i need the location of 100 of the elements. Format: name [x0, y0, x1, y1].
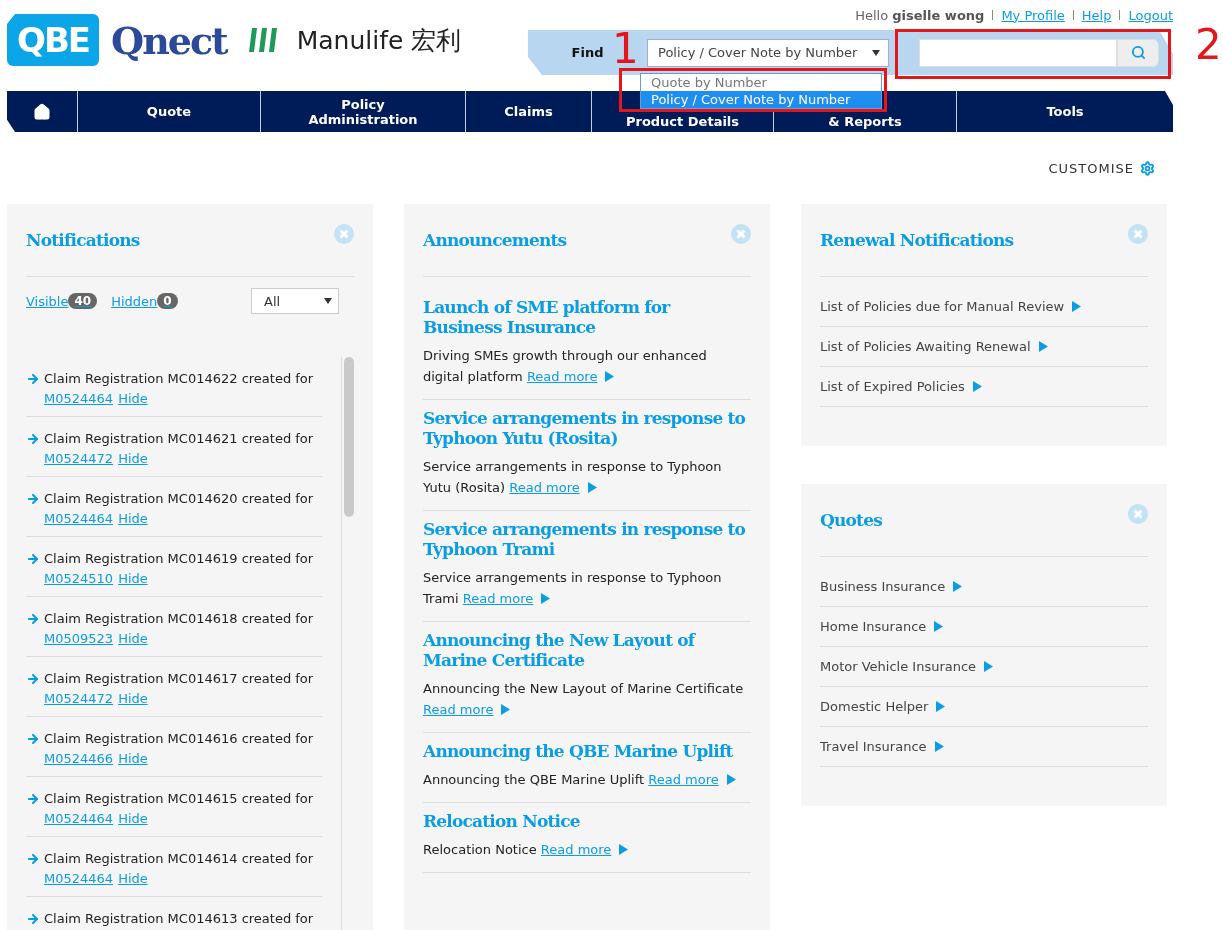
customise-button[interactable]: CUSTOMISE: [1048, 160, 1155, 176]
play-icon: [1038, 341, 1048, 352]
nav-tab[interactable]: Tools: [1046, 104, 1084, 119]
policy-link[interactable]: M0509523: [44, 629, 114, 649]
policy-link[interactable]: M0524464: [44, 809, 114, 829]
play-icon: [541, 593, 551, 604]
announcement-text: Announcing the New Layout of Marine Certificate Read more: [423, 680, 745, 719]
policy-link[interactable]: M0524510: [44, 569, 114, 589]
read-more-link[interactable]: Read more: [423, 702, 494, 717]
notification-text: Claim Registration MC014617 created for: [44, 670, 314, 688]
close-icon[interactable]: [731, 224, 751, 244]
filter-tab[interactable]: Visible 40: [26, 293, 98, 309]
play-icon: [501, 704, 511, 715]
read-more-link[interactable]: Read more: [526, 369, 598, 384]
read-more-link[interactable]: Read more: [540, 842, 612, 857]
nav-tab[interactable]: & Reports: [828, 114, 902, 129]
panel-link[interactable]: List of Policies Awaiting Renewal: [820, 327, 1148, 367]
find-label: Find: [570, 45, 605, 60]
panel-title: Announcements: [423, 230, 567, 250]
play-icon: [619, 844, 629, 855]
announcement-title[interactable]: Launch of SME platform for Business Insurance: [423, 297, 751, 337]
policy-link[interactable]: M0524464: [44, 509, 114, 529]
caret-icon: [872, 49, 880, 56]
announcement-title[interactable]: Announcing the QBE Marine Uplift: [423, 741, 751, 761]
announcement-title[interactable]: Announcing the New Layout of Marine Certificate: [423, 630, 751, 670]
hide-link[interactable]: Hide: [118, 869, 148, 889]
policy-link[interactable]: M0524464: [44, 869, 114, 889]
notification-text: Claim Registration MC014616 created for: [44, 730, 314, 748]
panel-link[interactable]: Domestic Helper: [820, 687, 1148, 727]
scrollbar[interactable]: [344, 357, 354, 517]
panel-title: Notifications: [26, 230, 140, 250]
hide-link[interactable]: Hide: [118, 569, 148, 589]
play-icon: [934, 621, 944, 632]
read-more-link[interactable]: Read more: [509, 480, 580, 495]
read-more-link[interactable]: Read more: [648, 772, 719, 787]
play-icon: [934, 741, 944, 752]
header-link[interactable]: Logout: [1128, 7, 1173, 23]
annotation-number: 2: [1195, 24, 1222, 66]
nav-tab[interactable]: Policy Administration: [308, 96, 418, 127]
notification-text: Claim Registration MC014621 created for: [44, 430, 314, 448]
filter-select[interactable]: All: [251, 288, 339, 314]
hide-link[interactable]: Hide: [118, 389, 148, 409]
policy-link[interactable]: M0524472: [44, 689, 114, 709]
arrow-icon: [26, 372, 40, 386]
panel-link[interactable]: Business Insurance: [820, 567, 1148, 607]
header-link[interactable]: Help: [1081, 7, 1112, 23]
notification-text: Claim Registration MC014618 created for: [44, 610, 314, 628]
home-icon: [33, 102, 51, 121]
panel-link[interactable]: Motor Vehicle Insurance: [820, 647, 1148, 687]
home-tab[interactable]: [33, 102, 51, 121]
dropdown-option[interactable]: Policy / Cover Note by Number: [641, 91, 881, 108]
hide-link[interactable]: Hide: [118, 629, 148, 649]
hide-link[interactable]: Hide: [118, 689, 148, 709]
play-icon: [726, 774, 736, 785]
announcement-title[interactable]: Relocation Notice: [423, 811, 751, 831]
notification-text: Claim Registration MC014622 created for: [44, 370, 314, 388]
hide-link[interactable]: Hide: [118, 449, 148, 469]
play-icon: [605, 371, 615, 382]
play-icon: [587, 482, 597, 493]
notification-text: Claim Registration MC014615 created for: [44, 790, 314, 808]
search-type-select[interactable]: Policy / Cover Note by Number: [647, 38, 889, 67]
notification-text: Claim Registration MC014614 created for: [44, 850, 314, 868]
announcement-title[interactable]: Service arrangements in response to Typhoon Yutu (Rosita): [423, 408, 751, 448]
notification-text: Claim Registration MC014613 created for: [44, 910, 314, 928]
announcement-text: Service arrangements in response to Typhoon Yutu (Rosita) Read more: [423, 458, 723, 497]
announcement-title[interactable]: Service arrangements in response to Typhoon Trami: [423, 519, 751, 559]
stripes-icon: [248, 28, 279, 52]
hide-link[interactable]: Hide: [118, 809, 148, 829]
nav-tab[interactable]: Quote: [146, 104, 192, 119]
annotation-number: 1: [612, 28, 639, 70]
close-icon[interactable]: [1128, 504, 1148, 524]
panel-title: Renewal Notifications: [820, 230, 1014, 250]
announcement-text: Relocation Notice Read more: [423, 839, 751, 860]
search-button[interactable]: [1117, 38, 1159, 67]
play-icon: [953, 581, 963, 592]
panel-link[interactable]: List of Policies due for Manual Review: [820, 287, 1148, 327]
panel-link[interactable]: Home Insurance: [820, 607, 1148, 647]
policy-link[interactable]: M0524464: [44, 389, 114, 409]
notification-text: Claim Registration MC014619 created for: [44, 550, 314, 568]
policy-link[interactable]: M0524472: [44, 449, 114, 469]
hide-link[interactable]: Hide: [118, 749, 148, 769]
filter-tab[interactable]: Hidden 0: [111, 293, 178, 309]
close-icon[interactable]: [1128, 224, 1148, 244]
product-logo: Qnect: [111, 17, 227, 63]
header-link[interactable]: My Profile: [1001, 7, 1065, 23]
greeting-text: Hello giselle wong: [855, 7, 985, 23]
arrow-icon: [26, 492, 40, 506]
close-icon[interactable]: [334, 224, 354, 244]
nav-tab[interactable]: Product Details: [625, 114, 740, 129]
search-field[interactable]: [919, 38, 1117, 67]
caret-icon: [324, 298, 332, 304]
read-more-link[interactable]: Read more: [462, 591, 534, 606]
hide-link[interactable]: Hide: [118, 509, 148, 529]
nav-tab[interactable]: Claims: [504, 104, 553, 119]
panel-link[interactable]: List of Expired Policies: [820, 367, 1148, 407]
panel-link[interactable]: Travel Insurance: [820, 727, 1148, 767]
policy-link[interactable]: M0524466: [44, 749, 114, 769]
partner-logo: Manulife 宏利: [296, 24, 462, 57]
announcement-text: Service arrangements in response to Typhoon Trami Read more: [423, 569, 723, 608]
settings-icon: [1140, 160, 1155, 176]
